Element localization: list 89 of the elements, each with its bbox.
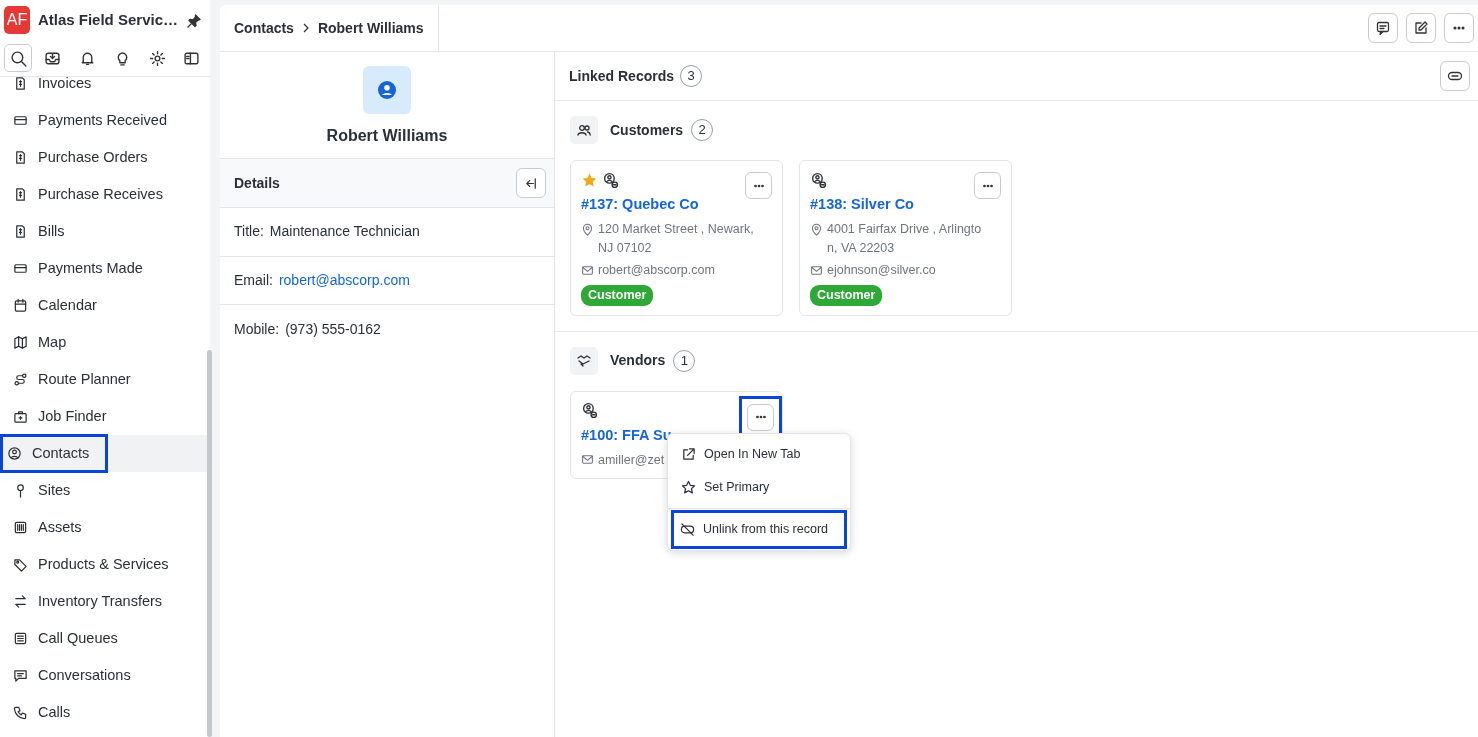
sidebar-item[interactable]: Inventory Transfers [7,583,169,620]
sidebar-item[interactable]: Sites [7,472,77,509]
email-text: robert@abscorp.com [598,262,715,280]
sidebar-item[interactable]: Products & Services [7,546,175,583]
barcode-icon [13,520,28,535]
location-icon [581,222,594,236]
inbox-icon [44,49,62,67]
sidebar-item[interactable]: Purchase Orders [7,139,154,176]
status-tag: Customer [581,285,654,306]
group-title: Vendors [610,351,666,371]
card-icon [13,261,28,276]
record-link[interactable]: #137: Quebec Co [581,196,699,212]
invoice-icon [13,77,28,91]
header-button[interactable] [1368,13,1398,43]
field-label: Mobile: [234,319,280,339]
email-link[interactable]: robert@abscorp.com [278,269,410,291]
mail-icon [810,264,823,278]
sidebar-item[interactable]: Map [7,324,73,361]
comment-icon [1375,20,1391,36]
search-icon [9,49,27,67]
sidebar-item[interactable]: Calendar [7,287,103,324]
collapse-icon [523,175,539,191]
contact-name: Robert Williams [326,126,448,146]
more-button[interactable] [974,172,1001,199]
location-icon [810,222,823,236]
email-text: ejohnson@silver.co [827,262,936,280]
status-tag: Customer [810,285,883,306]
list-icon [13,631,28,646]
app-logo[interactable]: AF [4,6,30,34]
card-icon [13,113,28,128]
phone-icon [13,705,28,720]
sidebar-item[interactable]: Payments Made [7,250,149,287]
person-icon [378,81,396,99]
sidebar-item[interactable]: Job Finder [7,398,113,435]
more-button[interactable] [747,403,774,431]
field-value: (973) 555-0162 [285,319,381,339]
map-icon [13,335,28,350]
menu-item[interactable]: Set Primary [668,470,850,504]
tag-icon [13,557,28,572]
field-label: Email: [234,270,273,290]
toolbar-button[interactable] [4,44,32,72]
sidebar-item[interactable]: Route Planner [7,361,137,398]
document-icon [13,187,28,202]
briefcase-icon [13,409,28,424]
collapse-button[interactable] [516,168,546,198]
external-link-icon [681,446,696,462]
menu-item[interactable]: Open In New Tab [668,437,850,471]
sidebar-item[interactable]: Assets [7,509,88,546]
section-title: Linked Records [569,66,675,86]
record-link[interactable]: #138: Silver Co [810,196,914,212]
sidebar-item[interactable]: Call Queues [7,620,124,657]
edit-icon [1413,20,1429,36]
arrows-icon [13,594,28,609]
more-button[interactable] [745,172,772,199]
document-icon [13,224,28,239]
document-icon [13,150,28,165]
sidebar-item[interactable]: Conversations [7,657,137,694]
sidebar-item[interactable]: Purchase Receives [7,176,169,213]
contact-type-icon [602,171,619,189]
panel-icon [183,49,201,67]
menu-item[interactable]: Unlink from this record [674,512,844,546]
breadcrumb-link[interactable]: Contacts [234,17,294,39]
scrollbar[interactable] [207,350,212,737]
sidebar-item[interactable]: Payments Received [7,102,173,139]
people-icon [576,122,592,138]
sidebar-item[interactable]: Invoices [7,77,98,102]
calendar-icon [13,298,28,313]
sidebar-item[interactable]: Calls [7,694,77,731]
breadcrumb-current: Robert Williams [317,18,424,38]
contact-type-icon [581,402,598,420]
link-button[interactable] [1440,61,1470,91]
mail-icon [581,264,594,278]
app-title: Atlas Field Servic… [37,9,178,30]
chevron-icon [301,23,310,33]
field-label: Title: [234,222,264,242]
sidebar-item[interactable]: Bills [7,213,71,250]
contact-type-icon [810,171,827,189]
unlink-icon [680,521,695,537]
email-text: amiller@zet [598,451,665,469]
group-title: Customers [610,120,684,140]
pin-icon [186,12,202,29]
field-value: Maintenance Technician [269,222,420,242]
star-icon [681,479,696,495]
mail-icon [581,453,594,467]
chat-icon [13,668,28,683]
person-icon [7,446,22,461]
route-icon [13,372,28,387]
section-title: Details [234,173,280,193]
header-button[interactable] [1406,13,1436,43]
